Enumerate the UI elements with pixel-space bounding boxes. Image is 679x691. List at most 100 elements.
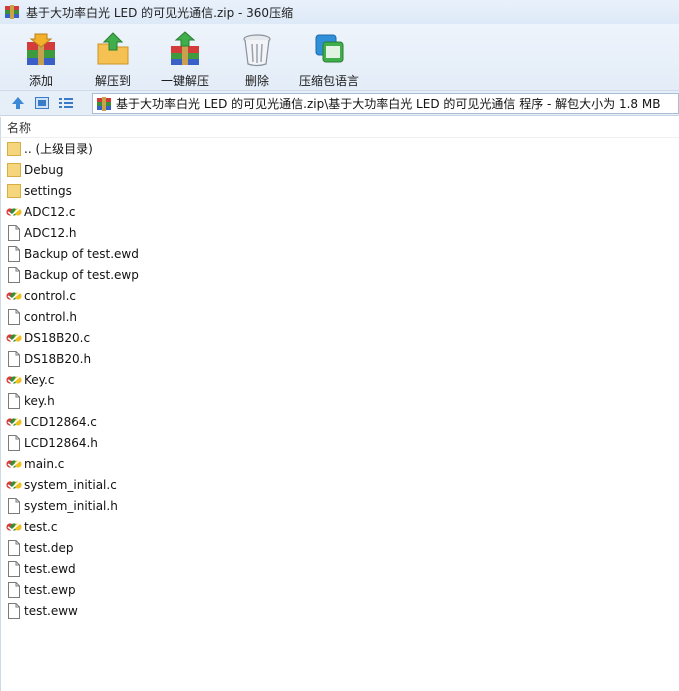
folder-icon <box>6 162 22 178</box>
document-file-icon <box>6 350 22 367</box>
file-row[interactable]: system_initial.h <box>1 495 679 516</box>
file-name: ADC12.h <box>24 225 77 240</box>
folder-icon <box>6 183 22 199</box>
file-row[interactable]: control.h <box>1 306 679 327</box>
language-code-icon <box>315 34 344 63</box>
archive-language-label: 压缩包语言 <box>298 74 359 88</box>
archive-app-icon <box>5 5 19 19</box>
file-row[interactable]: test.dep <box>1 537 679 558</box>
file-row[interactable]: test.ewp <box>1 579 679 600</box>
file-name: LCD12864.c <box>24 414 97 429</box>
file-name: system_initial.c <box>24 477 117 492</box>
archive-file-icon <box>97 96 111 111</box>
file-name: Backup of test.ewd <box>24 246 139 261</box>
file-name: Debug <box>24 162 64 177</box>
file-row[interactable]: Backup of test.ewp <box>1 264 679 285</box>
file-row[interactable]: Backup of test.ewd <box>1 243 679 264</box>
title-bar: 基于大功率白光 LED 的可见光通信.zip - 360压缩 <box>0 0 679 24</box>
file-row[interactable]: .. (上级目录) <box>1 138 679 159</box>
document-file-icon <box>6 245 22 262</box>
list-view-icon <box>59 98 73 108</box>
file-list: 名称 .. (上级目录) Debug settings ADC12.c ADC12.h B… <box>0 117 679 691</box>
column-header-name[interactable]: 名称 <box>1 117 679 138</box>
file-name: DS18B20.c <box>24 330 91 345</box>
document-file-icon <box>6 581 22 598</box>
address-path: 基于大功率白光 LED 的可见光通信.zip\基于大功率白光 LED 的可见光通… <box>116 97 661 111</box>
file-row[interactable]: ADC12.c <box>1 201 679 222</box>
archive-language-button[interactable]: 压缩包语言 <box>294 24 364 90</box>
document-file-icon <box>6 434 22 451</box>
file-name: key.h <box>24 393 55 408</box>
c-source-file-icon <box>6 456 22 472</box>
document-file-icon <box>6 266 22 283</box>
file-row[interactable]: test.ewd <box>1 558 679 579</box>
file-name: test.eww <box>24 603 78 618</box>
file-row[interactable]: system_initial.c <box>1 474 679 495</box>
c-source-file-icon <box>6 519 22 535</box>
file-name: .. (上级目录) <box>24 142 93 156</box>
c-source-file-icon <box>6 414 22 430</box>
file-row[interactable]: Debug <box>1 159 679 180</box>
file-name: test.ewp <box>24 582 76 597</box>
folder-icon <box>6 141 22 157</box>
document-file-icon <box>6 539 22 556</box>
file-name: ADC12.c <box>24 204 76 219</box>
file-rows: .. (上级目录) Debug settings ADC12.c ADC12.h Back… <box>1 138 679 621</box>
document-file-icon <box>6 497 22 514</box>
window-title: 基于大功率白光 LED 的可见光通信.zip - 360压缩 <box>26 5 294 20</box>
file-row[interactable]: key.h <box>1 390 679 411</box>
file-row[interactable]: LCD12864.h <box>1 432 679 453</box>
one-click-extract-label: 一键解压 <box>160 74 209 88</box>
address-field[interactable]: 基于大功率白光 LED 的可见光通信.zip\基于大功率白光 LED 的可见光通… <box>92 93 679 114</box>
file-name: test.c <box>24 519 58 534</box>
delete-button[interactable]: 删除 <box>222 24 292 90</box>
one-click-extract-icon <box>171 31 199 65</box>
file-name: control.h <box>24 309 78 324</box>
extract-folder-icon <box>97 32 129 65</box>
file-name: LCD12864.h <box>24 435 98 450</box>
c-source-file-icon <box>6 372 22 388</box>
thumbnail-view-button[interactable] <box>32 93 52 113</box>
document-file-icon <box>6 224 22 241</box>
file-name: control.c <box>24 288 77 303</box>
delete-label: 删除 <box>244 74 269 88</box>
address-bar: 基于大功率白光 LED 的可见光通信.zip\基于大功率白光 LED 的可见光通… <box>0 90 679 116</box>
file-name: settings <box>24 183 72 198</box>
file-row[interactable]: LCD12864.c <box>1 411 679 432</box>
thumbnail-view-icon <box>35 97 49 109</box>
document-file-icon <box>6 392 22 409</box>
file-name: test.dep <box>24 540 74 555</box>
document-file-icon <box>6 602 22 619</box>
document-file-icon <box>6 308 22 325</box>
file-name: test.ewd <box>24 561 76 576</box>
file-row[interactable]: settings <box>1 180 679 201</box>
arrow-up-icon <box>12 97 24 109</box>
file-name: Key.c <box>24 372 55 387</box>
extract-to-label: 解压到 <box>94 74 131 88</box>
c-source-file-icon <box>6 288 22 304</box>
c-source-file-icon <box>6 477 22 493</box>
add-label: 添加 <box>28 74 53 88</box>
file-row[interactable]: test.c <box>1 516 679 537</box>
file-name: main.c <box>24 456 65 471</box>
file-row[interactable]: DS18B20.h <box>1 348 679 369</box>
add-archive-icon <box>27 33 55 65</box>
file-row[interactable]: ADC12.h <box>1 222 679 243</box>
file-row[interactable]: Key.c <box>1 369 679 390</box>
c-source-file-icon <box>6 204 22 220</box>
file-name: system_initial.h <box>24 498 118 513</box>
file-row[interactable]: main.c <box>1 453 679 474</box>
add-button[interactable]: 添加 <box>6 24 76 90</box>
file-row[interactable]: test.eww <box>1 600 679 621</box>
extract-to-button[interactable]: 解压到 <box>78 24 148 90</box>
file-row[interactable]: DS18B20.c <box>1 327 679 348</box>
one-click-extract-button[interactable]: 一键解压 <box>150 24 220 90</box>
c-source-file-icon <box>6 330 22 346</box>
list-view-button[interactable] <box>56 93 76 113</box>
up-level-button[interactable] <box>8 93 28 113</box>
file-name: Backup of test.ewp <box>24 267 139 282</box>
file-row[interactable]: control.c <box>1 285 679 306</box>
toolbar: 添加 解压到 一键解压 删除 压缩包语言 <box>0 24 679 90</box>
document-file-icon <box>6 560 22 577</box>
trash-bin-icon <box>243 34 271 67</box>
